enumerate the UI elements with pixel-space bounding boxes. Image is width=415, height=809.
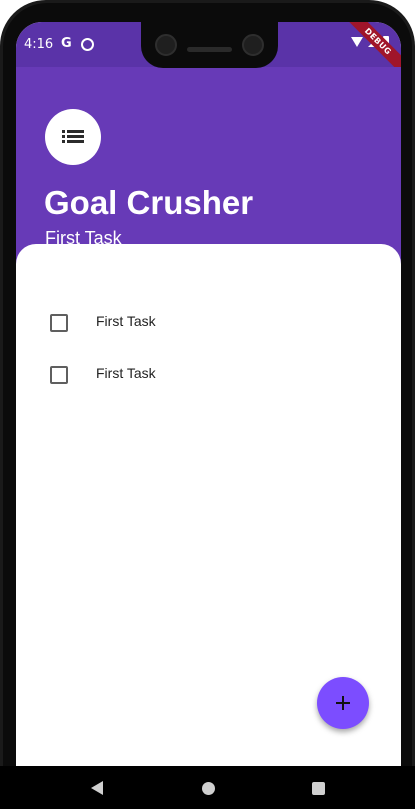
menu-button[interactable] (45, 109, 101, 165)
task-item[interactable]: First Task (16, 296, 401, 348)
status-time: 4:16 (24, 37, 54, 52)
app-title: Goal Crusher (44, 184, 254, 221)
camera-icon (155, 34, 177, 56)
system-nav-bar (0, 766, 415, 809)
recents-icon[interactable] (312, 782, 325, 795)
task-checkbox[interactable] (50, 366, 68, 384)
sync-icon (81, 38, 94, 51)
add-task-button[interactable] (317, 677, 369, 729)
phone-frame: 4:16 G DEBUG Goal Crusher First Task Fir… (0, 0, 415, 809)
task-label: First Task (96, 313, 156, 329)
task-label: First Task (96, 365, 156, 381)
app-header: Goal Crusher First Task (16, 67, 401, 267)
back-icon[interactable] (91, 781, 103, 795)
wifi-icon (351, 36, 363, 47)
list-icon (62, 130, 84, 144)
camera-icon (242, 34, 264, 56)
camera-notch (141, 22, 278, 68)
earpiece-speaker (187, 47, 232, 52)
task-checkbox[interactable] (50, 314, 68, 332)
task-item[interactable]: First Task (16, 348, 401, 400)
g-icon: G (61, 36, 72, 51)
home-icon[interactable] (202, 782, 215, 795)
app-screen: 4:16 G DEBUG Goal Crusher First Task Fir… (16, 22, 401, 766)
